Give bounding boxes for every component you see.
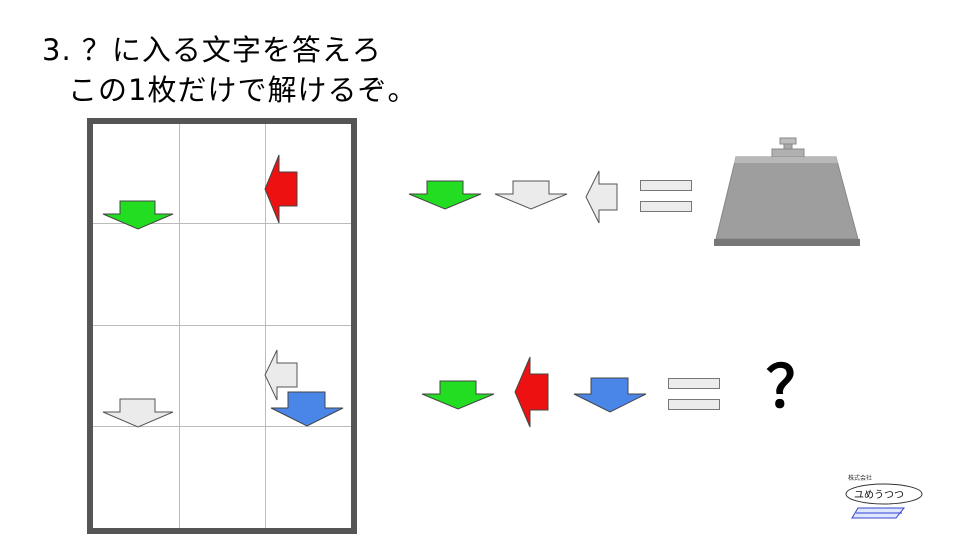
grid-cell-r1c2: [180, 124, 266, 224]
green-down-arrow-icon: [408, 180, 482, 210]
puzzle-grid: [87, 118, 357, 534]
grid-cell-r4c1: [93, 398, 180, 528]
grid-cell-r2c3: [266, 224, 351, 326]
grid-cell-r2c2: [180, 224, 266, 326]
grid-cell-r3c2: [180, 326, 266, 427]
blue-down-arrow-icon: [573, 377, 647, 413]
blue-down-arrow-icon: [270, 391, 344, 427]
grid-cell-r2c1: [93, 224, 180, 326]
white-down-arrow-icon: [102, 398, 174, 428]
grid-cell-r4c2: [180, 427, 266, 528]
white-down-arrow-icon: [494, 180, 568, 210]
grid-cell-r4c3: [266, 391, 351, 528]
logo-name: ユめうつつ: [854, 489, 904, 501]
puzzle-title: 3. ？に入る文字を答えろこの1枚だけで解けるぞ。: [42, 30, 417, 110]
title-line-2: この1枚だけで解けるぞ。: [68, 73, 418, 107]
weight-icon: [714, 137, 860, 246]
grid-cell-r1c1: [93, 124, 180, 230]
question-mark: ？: [766, 353, 825, 421]
company-logo: 株式会社 ユめうつつ: [845, 474, 923, 519]
red-left-arrow-icon: [514, 356, 549, 428]
white-left-arrow-icon: [585, 170, 618, 224]
equals-icon: [640, 180, 692, 212]
title-line-1: 3. ？に入る文字を答えろ: [42, 33, 382, 67]
grid-cell-r1c3: [264, 124, 351, 224]
red-left-arrow-icon: [264, 154, 298, 224]
green-down-arrow-icon: [421, 380, 495, 410]
logo-small-text: 株式会社: [848, 474, 872, 482]
equals-icon: [668, 378, 720, 410]
